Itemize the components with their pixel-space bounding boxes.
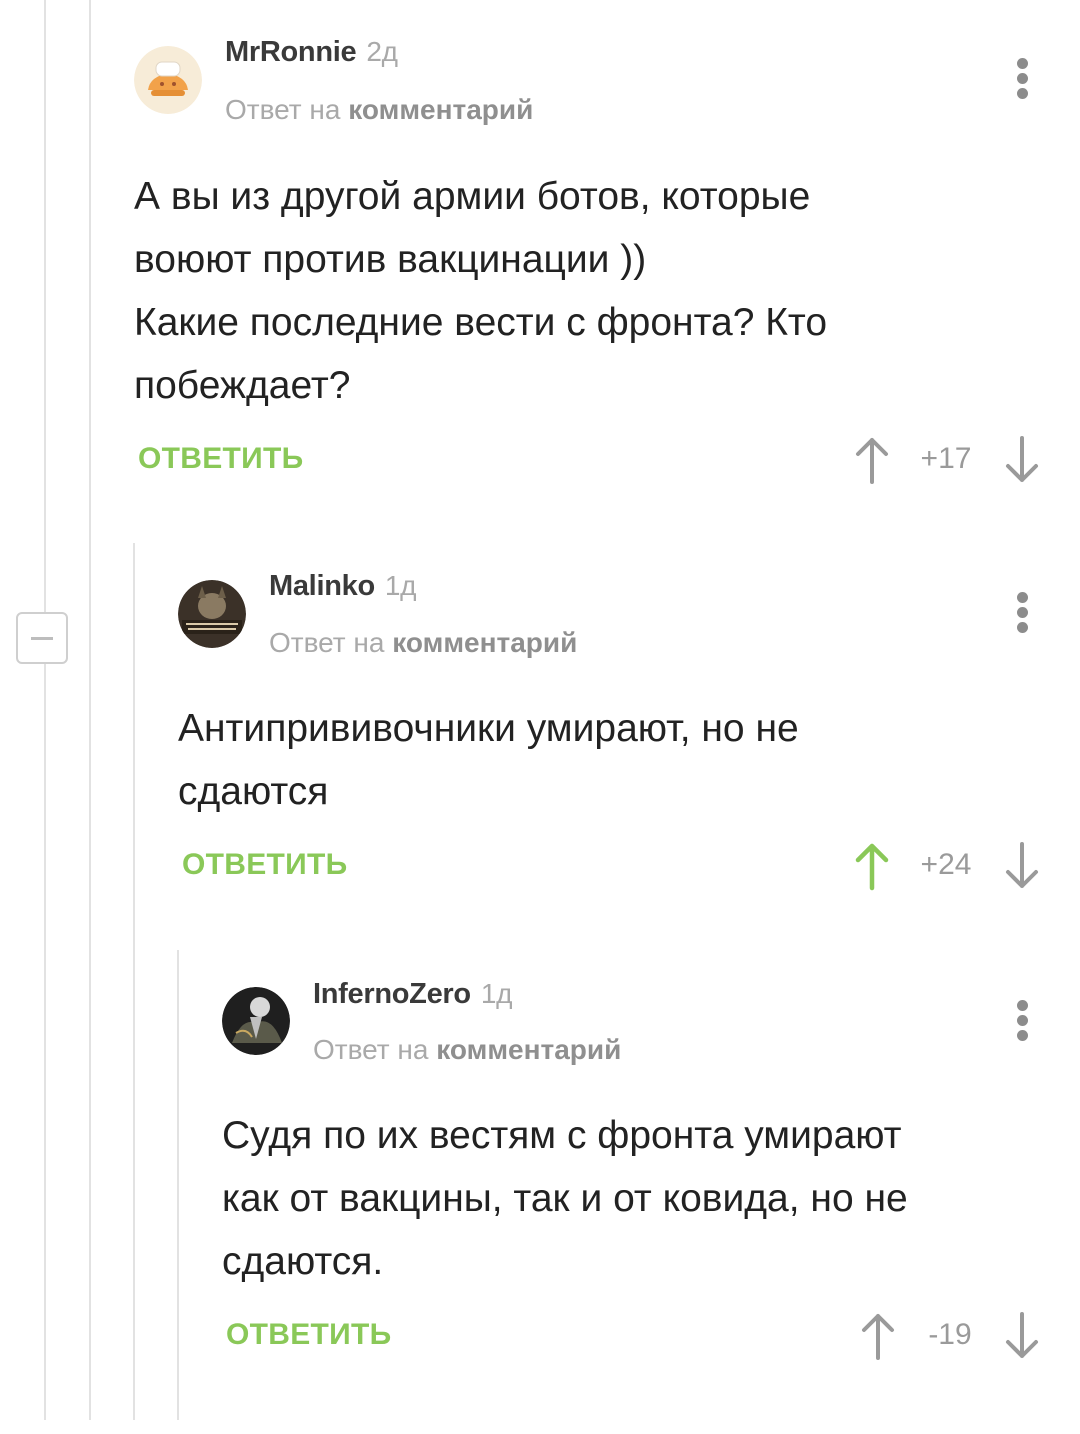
comment-text: А вы из другой армии ботов, которые воюю…: [134, 165, 1034, 417]
avatar-image: [178, 580, 246, 648]
author-name[interactable]: Malinko: [269, 570, 375, 602]
avatar[interactable]: [222, 987, 290, 1055]
reply-to-link[interactable]: комментарий: [348, 94, 533, 125]
arrow-up-icon: [862, 1314, 894, 1360]
comment-text: Антипрививочники умирают, но не сдаются: [178, 697, 1038, 823]
comment-infernozero: InfernoZero 1д Ответ на комментарий Судя …: [0, 950, 1080, 1420]
avatar[interactable]: [134, 46, 202, 114]
upvote-button[interactable]: [852, 434, 892, 486]
reply-button[interactable]: ОТВЕТИТЬ: [182, 848, 348, 882]
arrow-down-icon: [1006, 1312, 1038, 1358]
comment-text-line: сдаются: [178, 770, 329, 813]
comment-time: 1д: [480, 978, 513, 1009]
comment-author[interactable]: Malinko 1д: [269, 570, 416, 603]
comment-rating: -19: [928, 1318, 972, 1351]
comment-time: 1д: [384, 570, 417, 601]
comment-text-line: побеждает?: [134, 364, 351, 407]
author-name[interactable]: MrRonnie: [225, 36, 357, 68]
author-name[interactable]: InfernoZero: [313, 978, 471, 1010]
more-vertical-icon[interactable]: [1012, 1000, 1032, 1048]
downvote-button[interactable]: [1002, 1310, 1042, 1362]
reply-prefix: Ответ на: [313, 1034, 429, 1065]
reply-button[interactable]: ОТВЕТИТЬ: [226, 1318, 392, 1352]
reply-to-line: Ответ на комментарий: [225, 94, 533, 126]
reply-to-link[interactable]: комментарий: [436, 1034, 621, 1065]
comment-text-line: А вы из другой армии ботов, которые: [134, 175, 811, 218]
comment-rating: +24: [920, 848, 972, 881]
arrow-down-icon: [1006, 842, 1038, 888]
reply-to-line: Ответ на комментарий: [313, 1034, 621, 1066]
avatar-image: [134, 46, 202, 114]
more-vertical-icon[interactable]: [1012, 592, 1032, 640]
reply-prefix: Ответ на: [269, 627, 385, 658]
comment-time: 2д: [366, 36, 398, 67]
more-vertical-icon[interactable]: [1012, 58, 1032, 106]
comment-author[interactable]: MrRonnie 2д: [225, 36, 398, 69]
comment-text-line: сдаются.: [222, 1240, 384, 1283]
reply-to-link[interactable]: комментарий: [392, 627, 577, 658]
avatar-image: [222, 987, 290, 1055]
comment-text-line: Судя по их вестям с фронта умирают: [222, 1114, 902, 1157]
comment-text-line: как от вакцины, так и от ковида, но не: [222, 1177, 908, 1220]
reply-prefix: Ответ на: [225, 94, 341, 125]
comment-text-line: Какие последние вести с фронта? Кто: [134, 301, 828, 344]
comment-text-line: Антипрививочники умирают, но не: [178, 707, 799, 750]
reply-button[interactable]: ОТВЕТИТЬ: [138, 442, 304, 476]
arrow-down-icon: [1006, 436, 1038, 482]
arrow-up-icon: [855, 843, 889, 891]
comment-mrronnie: MrRonnie 2д Ответ на комментарий А вы из …: [0, 0, 1080, 520]
reply-to-line: Ответ на комментарий: [269, 627, 577, 659]
arrow-up-icon: [856, 438, 888, 484]
comment-malinko: Malinko 1д Ответ на комментарий Антиприви…: [0, 540, 1080, 940]
comment-rating: +17: [920, 442, 972, 475]
comment-text: Судя по их вестям с фронта умирают как о…: [222, 1104, 1042, 1293]
upvote-button[interactable]: [858, 1310, 898, 1362]
upvote-button[interactable]: [852, 840, 892, 892]
downvote-button[interactable]: [1002, 840, 1042, 892]
downvote-button[interactable]: [1002, 434, 1042, 486]
avatar[interactable]: [178, 580, 246, 648]
comment-author[interactable]: InfernoZero 1д: [313, 978, 512, 1011]
comment-text-line: воюют против вакцинации )): [134, 238, 647, 281]
